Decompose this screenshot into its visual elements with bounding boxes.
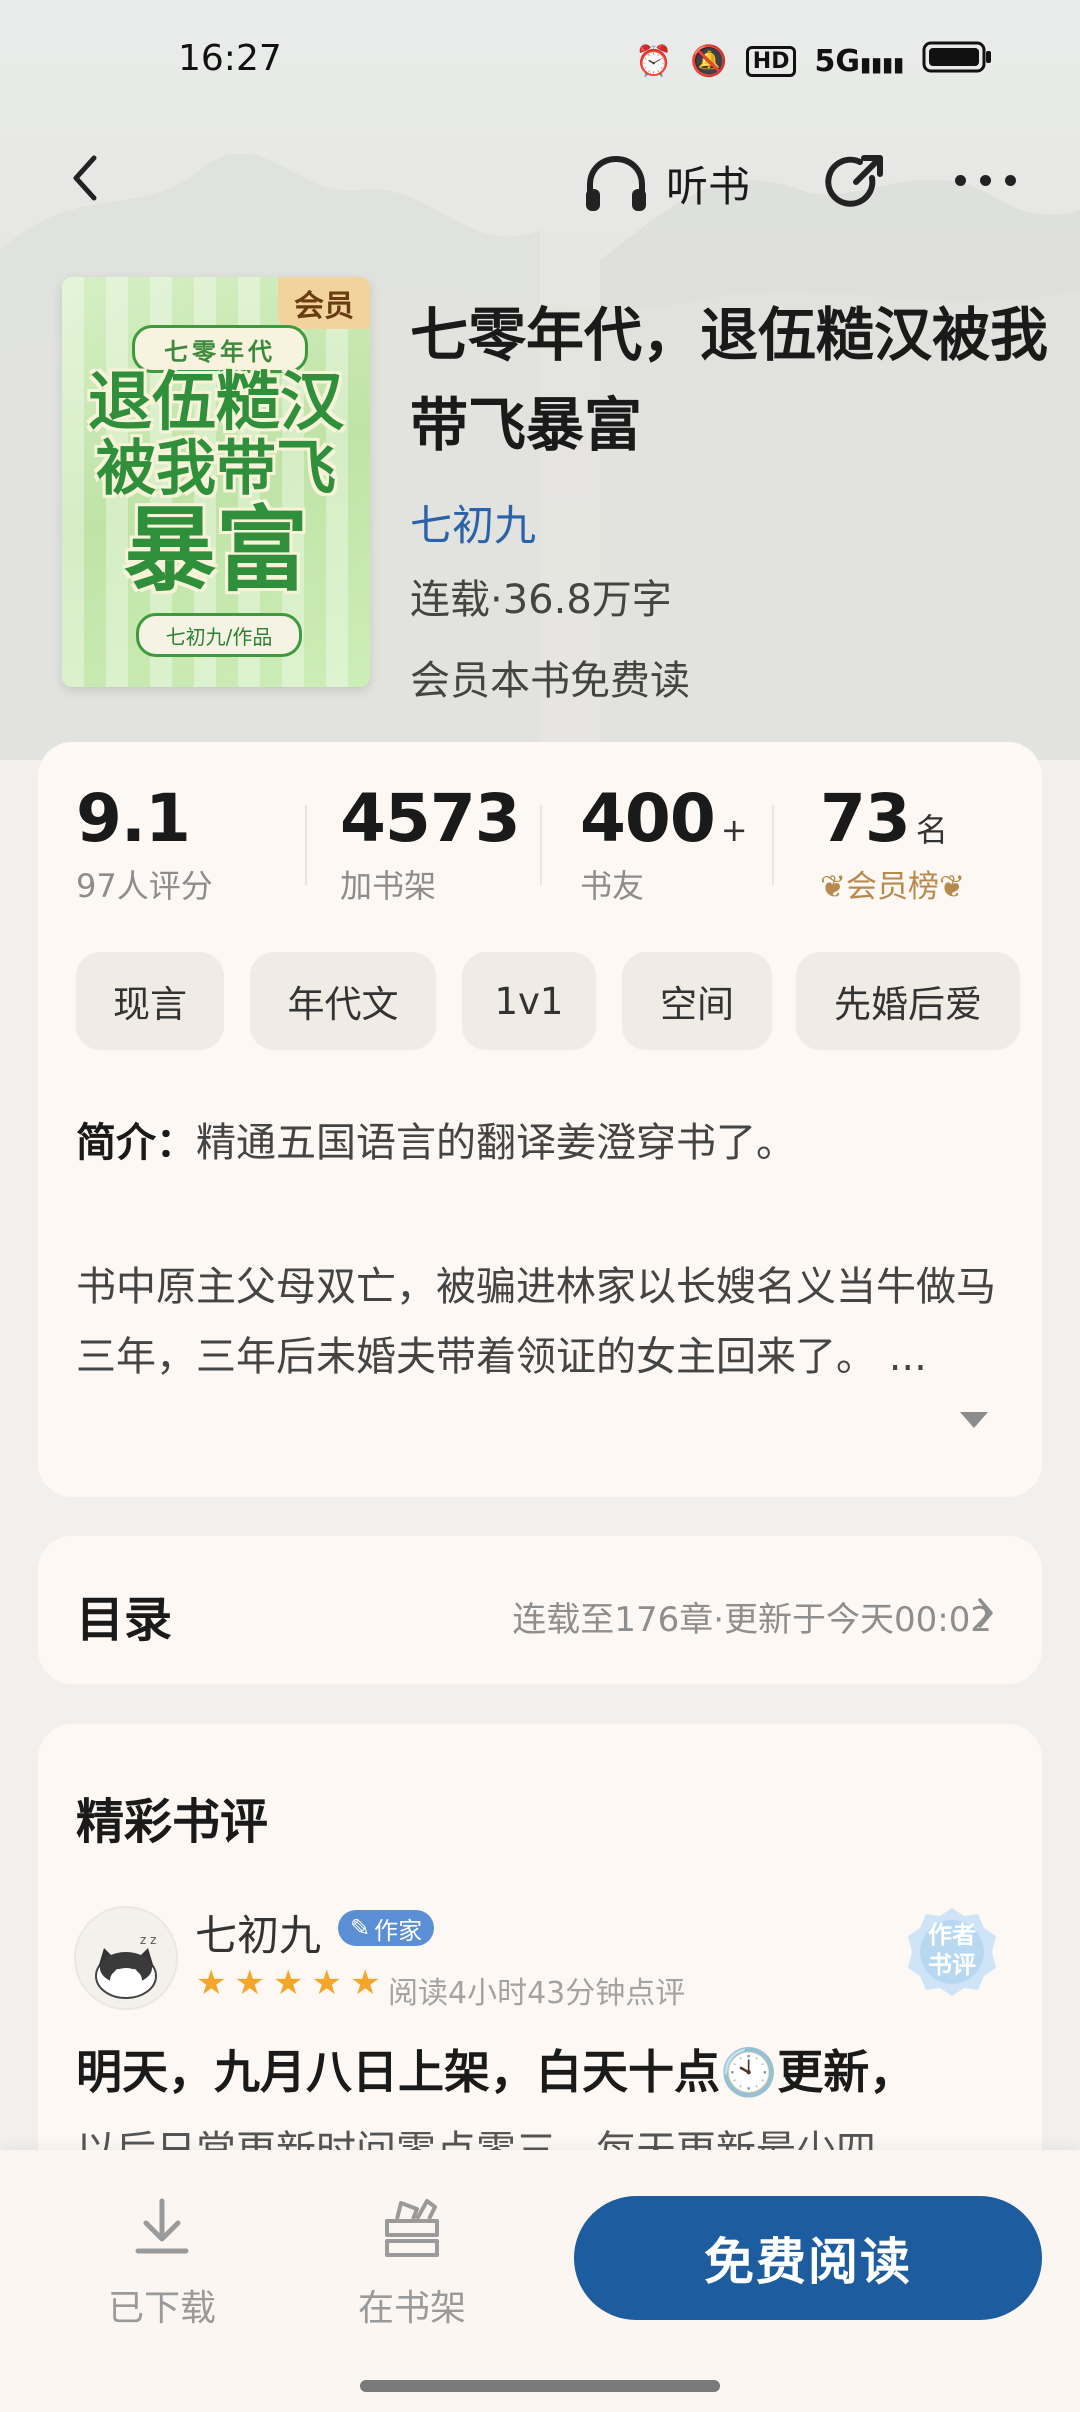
rating-label: 97人评分 bbox=[76, 867, 213, 905]
share-icon bbox=[825, 155, 883, 207]
book-cover[interactable]: 会员 七零年代 退伍糙汉 被我带飞 暴富 七初九/作品 bbox=[62, 277, 370, 687]
tag-chip[interactable]: 先婚后爱 bbox=[796, 952, 1020, 1050]
friends-number: 400 bbox=[580, 780, 716, 857]
battery-icon bbox=[922, 40, 992, 82]
status-time: 16:27 bbox=[178, 38, 282, 79]
star-icon: ★ bbox=[196, 1963, 227, 2003]
expand-intro-button[interactable] bbox=[958, 1408, 990, 1434]
stat-rank[interactable]: 73 名 ❦会员榜❦ bbox=[820, 780, 965, 906]
rating-stars: ★ ★ ★ ★ ★ bbox=[196, 1966, 380, 2000]
network-label: 5G bbox=[814, 43, 860, 79]
tag-chip[interactable]: 年代文 bbox=[250, 952, 436, 1050]
rank-label-text: 会员榜 bbox=[845, 869, 939, 905]
rank-label: ❦会员榜❦ bbox=[820, 861, 965, 906]
friends-suffix: + bbox=[720, 811, 748, 849]
book-author-link[interactable]: 七初九 bbox=[410, 492, 536, 553]
reviewer-name[interactable]: 七初九 bbox=[195, 1902, 321, 1963]
headphones-icon bbox=[586, 155, 646, 211]
author-review-seal: 作者书评 bbox=[904, 1904, 1000, 2000]
alarm-icon: ⏰ bbox=[635, 43, 673, 79]
bookshelf-icon bbox=[385, 2199, 439, 2257]
friends-value: 400 + bbox=[580, 780, 748, 857]
intro-text: 精通五国语言的翻译姜澄穿书了。 bbox=[196, 1120, 796, 1166]
home-indicator[interactable] bbox=[360, 2380, 720, 2392]
intro-label: 简介： bbox=[76, 1120, 196, 1166]
cover-title: 退伍糙汉 被我带飞 暴富 bbox=[70, 371, 362, 597]
divider bbox=[540, 805, 542, 885]
chevron-left-icon bbox=[73, 155, 97, 201]
cover-title-line2: 被我带飞 bbox=[96, 434, 336, 504]
mute-icon: 🔕 bbox=[690, 43, 728, 79]
more-button[interactable] bbox=[955, 165, 1025, 195]
cover-title-line1: 退伍糙汉 bbox=[88, 366, 344, 440]
bookshelf-label: 在书架 bbox=[357, 2288, 466, 2329]
intro-body[interactable]: 书中原主父母双亡，被骗进林家以长嫂名义当牛做马三年，三年后未婚夫带着领证的女主回… bbox=[76, 1252, 1006, 1392]
status-icons: ⏰ 🔕 HD 5G▮▮▮▮ bbox=[635, 40, 992, 82]
stat-friends[interactable]: 400 + 书友 bbox=[580, 780, 748, 907]
rank-number: 73 bbox=[820, 780, 911, 857]
tag-chip[interactable]: 现言 bbox=[76, 952, 224, 1050]
signal-icon: 5G▮▮▮▮ bbox=[814, 43, 904, 79]
cat-avatar-icon: z z bbox=[76, 1908, 176, 2008]
divider bbox=[305, 805, 307, 885]
book-meta: 连载·36.8万字 bbox=[410, 577, 672, 623]
share-button[interactable] bbox=[820, 148, 890, 218]
avatar[interactable]: z z bbox=[74, 1906, 178, 2010]
reviews-title: 精彩书评 bbox=[76, 1794, 269, 1850]
author-badge-label: 作家 bbox=[374, 1916, 423, 1945]
laurel-right-icon: ❦ bbox=[938, 869, 965, 905]
book-title: 七零年代，退伍糙汉被我带飞暴富 bbox=[410, 301, 1049, 459]
review-headline[interactable]: 明天，九月八日上架，白天十点🕙更新， bbox=[76, 2036, 915, 2102]
divider bbox=[772, 805, 774, 885]
free-read-button[interactable]: 免费阅读 bbox=[574, 2196, 1042, 2320]
friends-label: 书友 bbox=[580, 867, 645, 905]
download-label: 已下载 bbox=[107, 2288, 216, 2329]
review-meta: 阅读4小时43分钟点评 bbox=[388, 1976, 686, 2011]
hd-icon: HD bbox=[745, 45, 797, 77]
tag-chip[interactable]: 空间 bbox=[622, 952, 772, 1050]
seal-text: 作者书评 bbox=[928, 1921, 976, 1979]
status-bar: 16:27 ⏰ 🔕 HD 5G▮▮▮▮ bbox=[0, 0, 1080, 120]
toc-title: 目录 bbox=[76, 1592, 173, 1648]
stat-rating[interactable]: 9.1 97人评分 bbox=[76, 780, 213, 907]
vip-free-note: 会员本书免费读 bbox=[410, 658, 690, 704]
more-dot-icon bbox=[955, 174, 966, 186]
listen-button[interactable]: 听书 bbox=[580, 148, 750, 218]
intro-first-line: 简介：精通五国语言的翻译姜澄穿书了。 bbox=[76, 1108, 1006, 1178]
listen-label: 听书 bbox=[666, 161, 751, 211]
chevron-right-icon bbox=[976, 1596, 996, 1634]
pen-icon: ✎ bbox=[350, 1914, 371, 1942]
shelf-label: 加书架 bbox=[340, 867, 437, 905]
star-icon: ★ bbox=[349, 1963, 381, 2003]
star-icon: ★ bbox=[234, 1963, 265, 2003]
cover-author: 七初九/作品 bbox=[136, 613, 302, 657]
download-icon bbox=[135, 2198, 189, 2254]
author-badge: ✎ 作家 bbox=[338, 1910, 435, 1946]
tag-chip[interactable]: 1v1 bbox=[462, 952, 596, 1050]
star-icon: ★ bbox=[311, 1963, 342, 2003]
back-button[interactable] bbox=[60, 148, 120, 208]
rank-value: 73 名 bbox=[820, 780, 965, 857]
more-dot-icon bbox=[1005, 174, 1016, 186]
cover-title-line3: 暴富 bbox=[123, 497, 308, 604]
star-icon: ★ bbox=[272, 1963, 304, 2003]
rating-value: 9.1 bbox=[76, 780, 191, 857]
cover-vip-badge: 会员 bbox=[278, 277, 370, 329]
laurel-left-icon: ❦ bbox=[820, 869, 846, 905]
more-dot-icon bbox=[980, 174, 991, 186]
svg-text:z z: z z bbox=[140, 1933, 156, 1947]
bookshelf-button[interactable]: 在书架 bbox=[332, 2195, 492, 2331]
stat-shelf[interactable]: 4573 加书架 bbox=[340, 780, 521, 907]
triangle-down-icon bbox=[960, 1412, 988, 1428]
rank-suffix: 名 bbox=[915, 811, 948, 849]
toc-update-info: 连载至176章·更新于今天00:02 bbox=[512, 1600, 992, 1640]
shelf-value: 4573 bbox=[340, 780, 521, 857]
download-button[interactable]: 已下载 bbox=[82, 2195, 242, 2331]
